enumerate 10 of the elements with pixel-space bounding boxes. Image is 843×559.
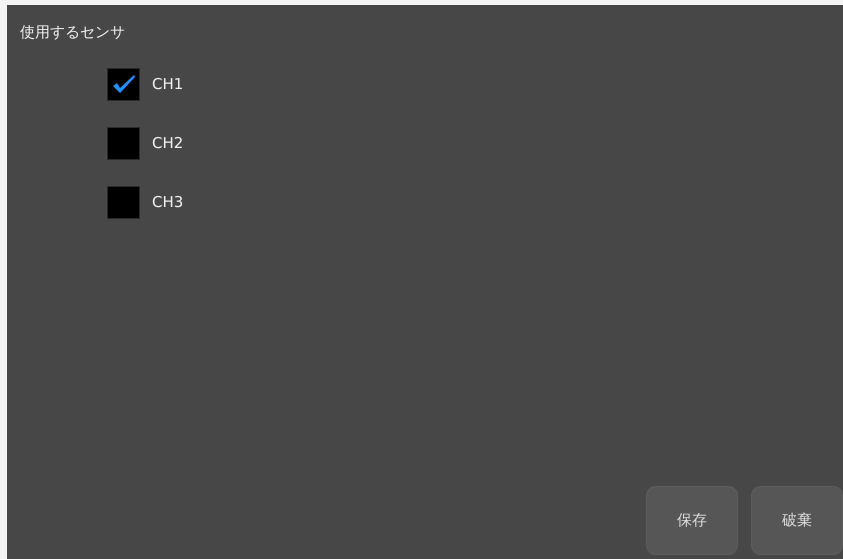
checkbox[interactable] (107, 68, 140, 100)
discard-button[interactable]: 破棄 (751, 486, 843, 555)
section-title: 使用するセンサ (19, 22, 126, 43)
checkbox-label: CH2 (152, 132, 184, 154)
checkbox[interactable] (107, 186, 140, 218)
save-button[interactable]: 保存 (646, 486, 738, 555)
checkbox-label: CH1 (152, 74, 184, 95)
checkbox-label: CH3 (152, 192, 184, 213)
checkbox[interactable] (107, 126, 140, 160)
checkmark-icon (112, 74, 136, 94)
